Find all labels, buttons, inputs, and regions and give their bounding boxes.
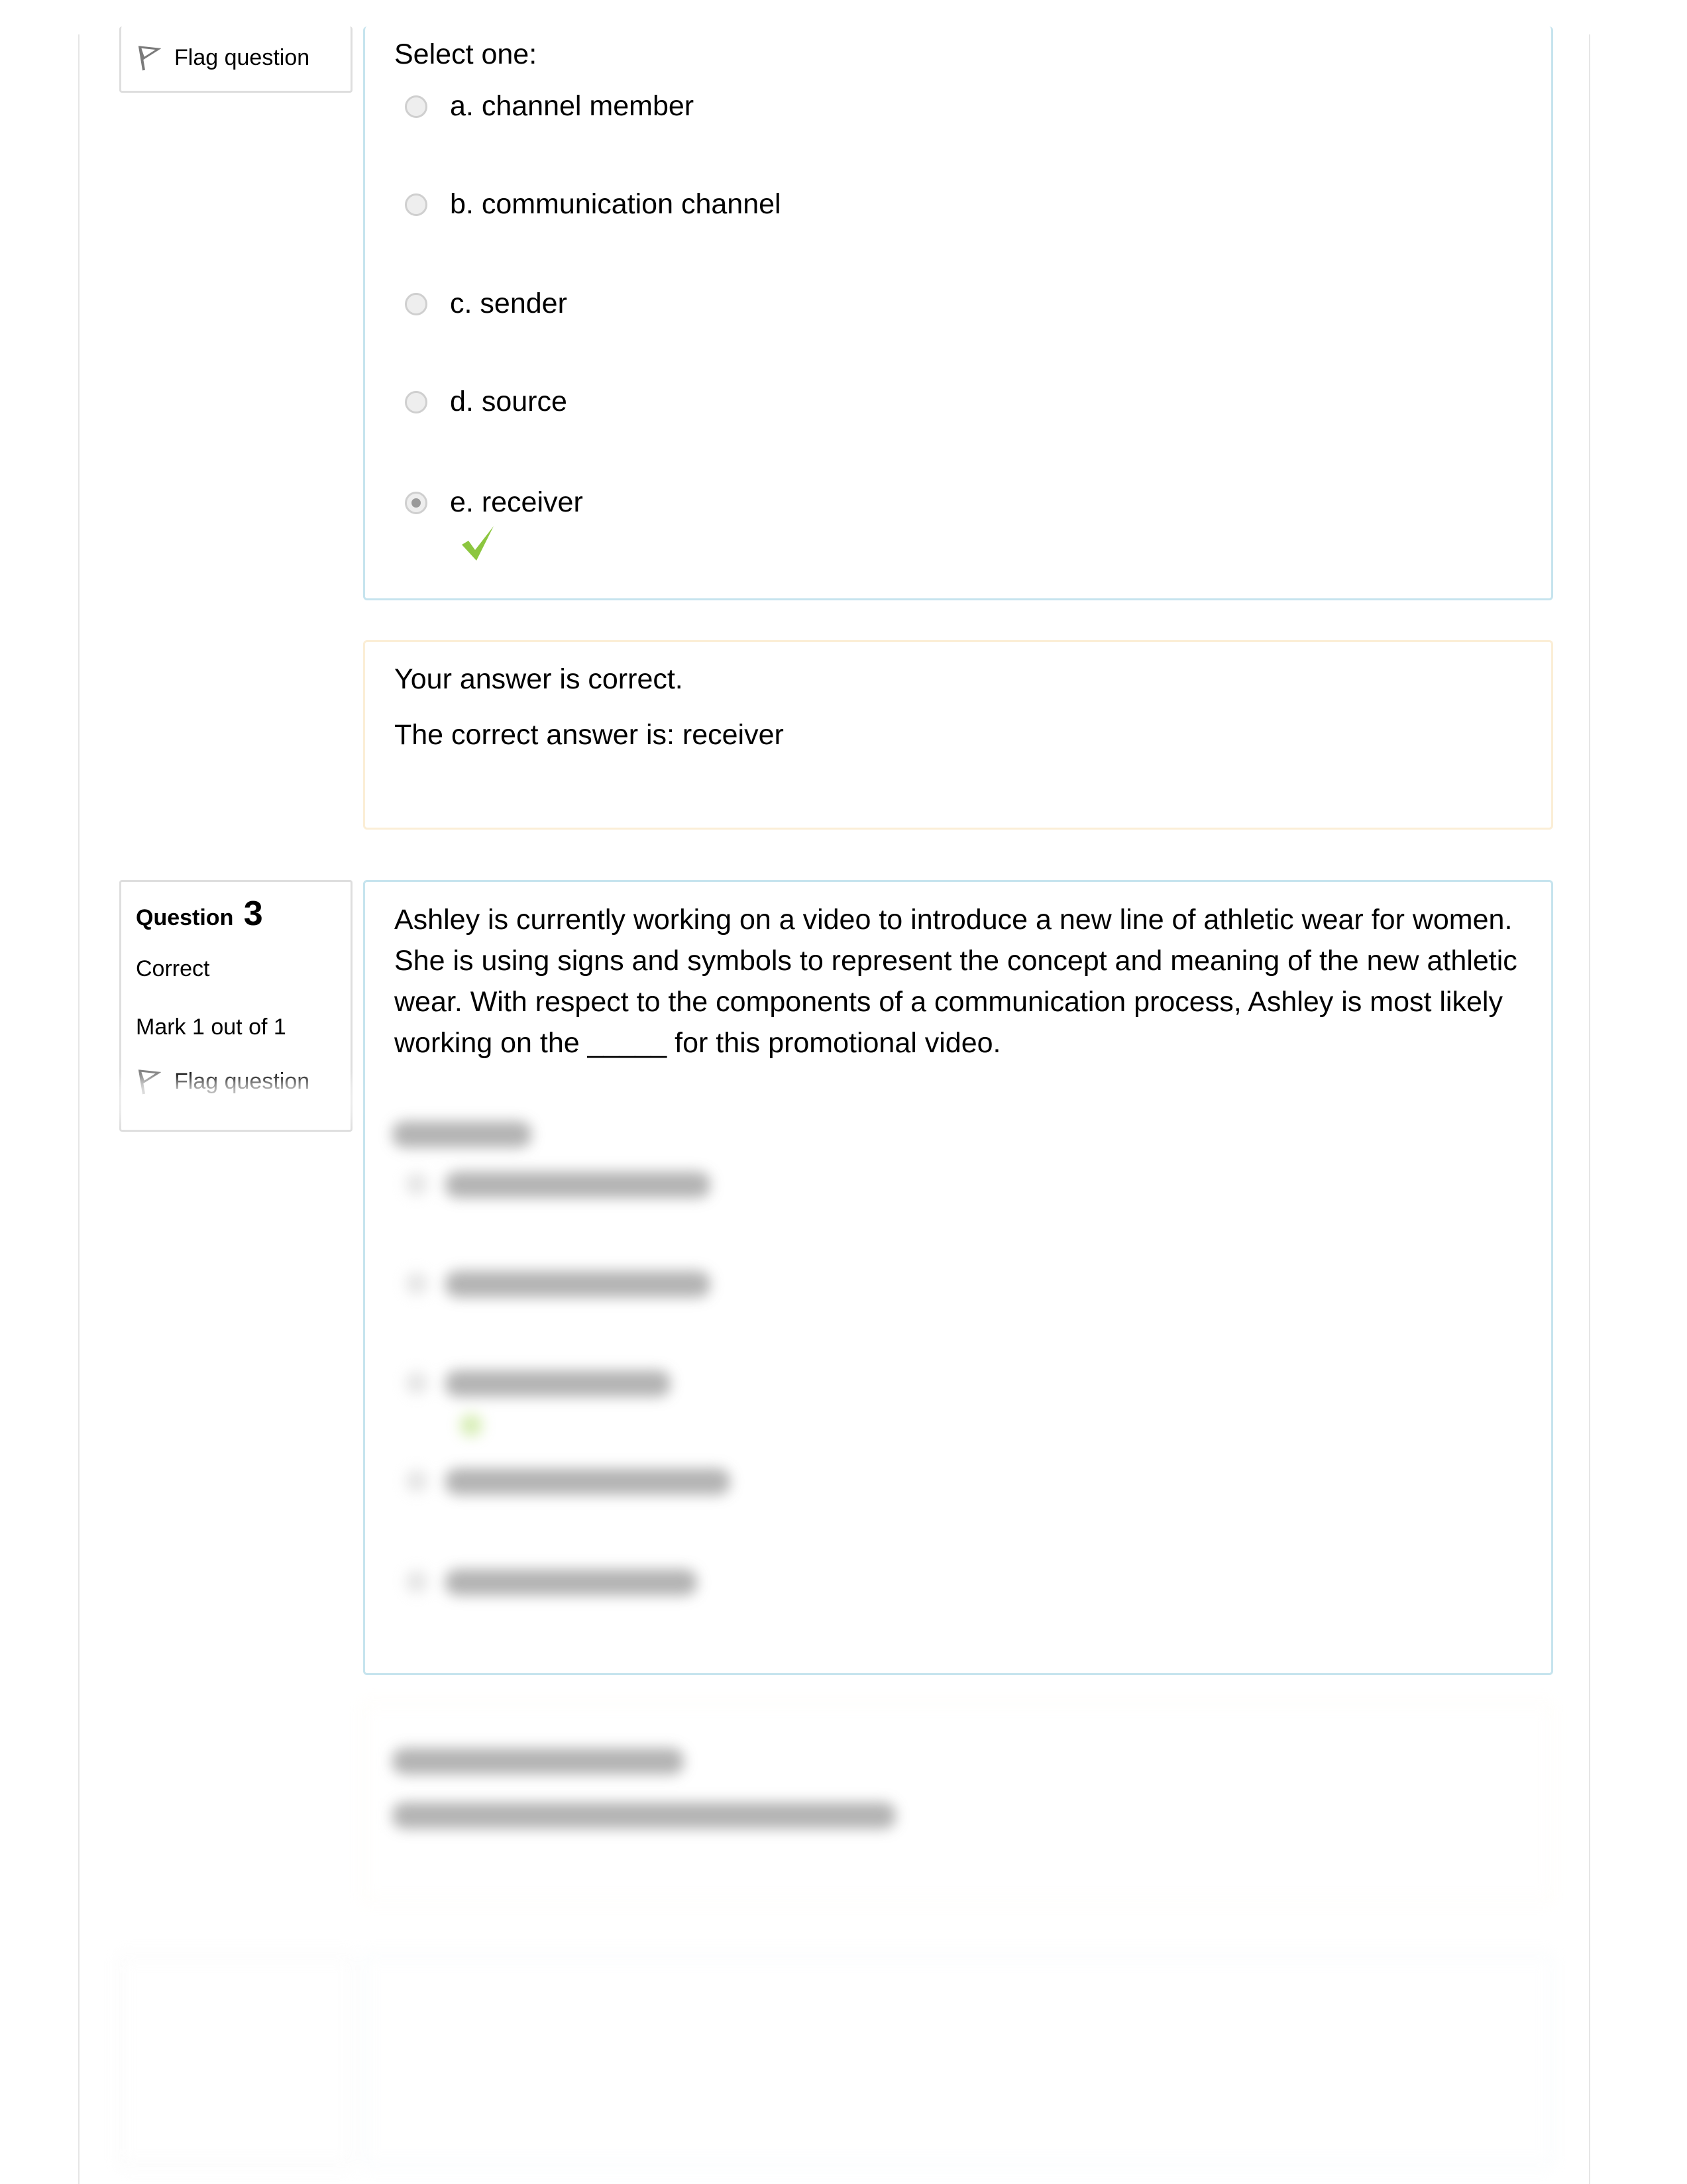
blurred-text	[392, 1748, 684, 1774]
question-2-feedback-panel: Your answer is correct. The correct answ…	[363, 640, 1553, 830]
correct-checkmark-icon	[462, 526, 494, 561]
select-one-prompt: Select one:	[394, 38, 537, 70]
blurred-content-region	[0, 1080, 1687, 2184]
blurred-next-content-panel	[363, 1955, 1553, 2167]
question-2-answer-panel: Select one: a. channel member b. communi…	[363, 27, 1553, 600]
option-letter: b.	[450, 188, 474, 220]
option-text: communication channel	[481, 188, 781, 220]
radio-button[interactable]	[405, 193, 427, 216]
answer-option-a[interactable]: a. channel member	[405, 90, 694, 123]
question-number-value: 3	[243, 895, 263, 933]
flag-question-button[interactable]: Flag question	[136, 44, 309, 72]
answer-option-c[interactable]: c. sender	[405, 288, 567, 320]
answer-option-e[interactable]: e. receiver	[405, 486, 583, 519]
radio-button-selected[interactable]	[405, 491, 427, 514]
question-number: Question 3	[136, 894, 263, 934]
feedback-correct-answer: The correct answer is: receiver	[394, 719, 784, 751]
radio-button[interactable]	[405, 292, 427, 315]
question-mark: Mark 1 out of 1	[136, 1014, 286, 1040]
option-letter: a.	[450, 90, 474, 122]
option-text: sender	[480, 288, 567, 319]
option-letter: c.	[450, 288, 472, 319]
answer-option-b[interactable]: b. communication channel	[405, 188, 781, 221]
blurred-text	[445, 1468, 730, 1495]
blurred-next-info-panel	[119, 1955, 353, 2167]
feedback-result: Your answer is correct.	[394, 663, 683, 695]
blurred-radio	[406, 1173, 428, 1195]
option-text: receiver	[481, 486, 583, 518]
blurred-info-cover	[119, 1080, 353, 1120]
blurred-radio	[406, 1372, 428, 1394]
blurred-text	[445, 1271, 710, 1297]
question-state: Correct	[136, 956, 210, 981]
blurred-text	[445, 1370, 671, 1397]
blurred-radio	[406, 1570, 428, 1593]
option-text: channel member	[481, 90, 694, 122]
question-2-info-panel: Flag question	[119, 27, 353, 93]
option-letter: e.	[450, 486, 474, 518]
blurred-checkmark	[460, 1414, 482, 1437]
flag-question-label: Flag question	[174, 44, 310, 70]
question-text: Ashley is currently working on a video t…	[394, 904, 1517, 1059]
blurred-text	[445, 1569, 697, 1596]
blurred-text	[445, 1172, 710, 1198]
answer-option-d[interactable]: d. source	[405, 386, 567, 418]
option-text: source	[481, 386, 567, 417]
blurred-text	[392, 1802, 896, 1829]
blurred-text	[392, 1121, 531, 1148]
radio-button[interactable]	[405, 390, 427, 413]
blurred-radio	[406, 1470, 428, 1492]
option-letter: d.	[450, 386, 474, 417]
question-label: Question	[136, 905, 234, 930]
flag-icon	[138, 46, 161, 71]
blurred-radio	[406, 1272, 428, 1295]
radio-button[interactable]	[405, 95, 427, 118]
